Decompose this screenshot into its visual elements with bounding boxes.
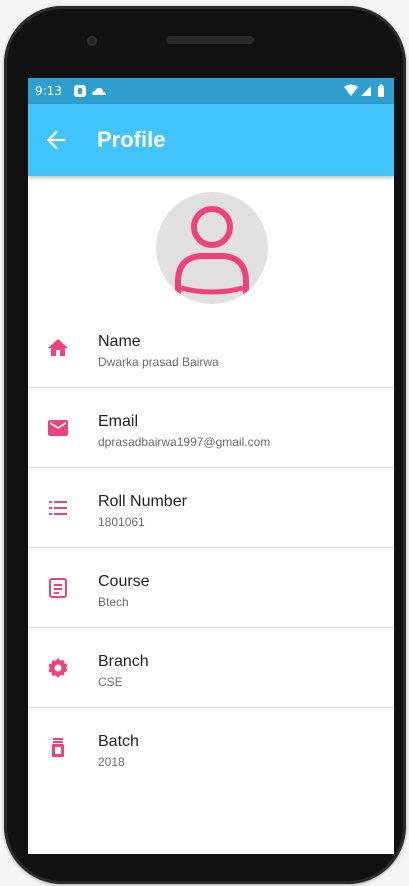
field-label: Course (98, 573, 150, 590)
field-label: Roll Number (98, 493, 187, 510)
cloud-icon (92, 88, 106, 95)
front-camera (87, 36, 97, 46)
wifi-icon (344, 84, 358, 96)
profile-field-list: Name Dwarka prasad Bairwa Email dprasadb… (28, 308, 394, 787)
nav-recents-button[interactable] (304, 794, 326, 816)
back-triangle-icon (95, 797, 106, 813)
status-time: 9:13 (35, 84, 62, 98)
avatar[interactable] (156, 192, 268, 304)
earpiece-speaker (166, 36, 254, 44)
home-circle-icon (204, 798, 218, 812)
field-label: Name (98, 333, 141, 350)
app-notification-icon (74, 85, 86, 97)
list-item-roll-number[interactable]: Roll Number 1801061 (28, 468, 394, 548)
battery-icon (378, 84, 384, 97)
home-icon (48, 339, 68, 356)
field-value: 2018 (98, 755, 125, 769)
field-label: Email (98, 413, 139, 430)
list-item-name[interactable]: Name Dwarka prasad Bairwa (28, 308, 394, 388)
field-value: Dwarka prasad Bairwa (98, 355, 219, 369)
list-item-branch[interactable]: Branch CSE (28, 628, 394, 708)
page-title: Profile (97, 127, 166, 152)
document-icon (49, 578, 67, 598)
system-navigation-bar (28, 782, 394, 828)
field-value: 1801061 (98, 515, 145, 529)
list-icon (49, 501, 67, 515)
nav-back-button[interactable] (90, 794, 112, 816)
list-item-email[interactable]: Email dprasadbairwa1997@gmail.com (28, 388, 394, 468)
hourglass-icon (52, 738, 64, 757)
status-bar: 9:13 (28, 78, 394, 104)
arrow-back-icon (46, 130, 66, 150)
back-button[interactable] (42, 126, 70, 154)
nav-home-button[interactable] (200, 794, 222, 816)
screen: 9:13 Profile Name Dwarka prasad Bairwa E… (28, 78, 394, 854)
app-bar: Profile (28, 104, 394, 176)
field-value: Btech (98, 595, 129, 609)
list-item-batch[interactable]: Batch 2018 (28, 708, 394, 787)
field-value: dprasadbairwa1997@gmail.com (98, 435, 271, 449)
phone-frame: 9:13 Profile Name Dwarka prasad Bairwa E… (4, 6, 406, 884)
signal-icon (361, 86, 371, 96)
email-icon (48, 420, 68, 436)
status-notification-icons (74, 85, 106, 97)
status-system-icons (344, 84, 384, 97)
recents-square-icon (309, 799, 321, 811)
list-item-course[interactable]: Course Btech (28, 548, 394, 628)
field-label: Batch (98, 733, 139, 750)
field-label: Branch (98, 653, 149, 670)
field-value: CSE (98, 675, 123, 689)
person-outline-icon (175, 206, 249, 304)
gear-icon (48, 658, 68, 678)
